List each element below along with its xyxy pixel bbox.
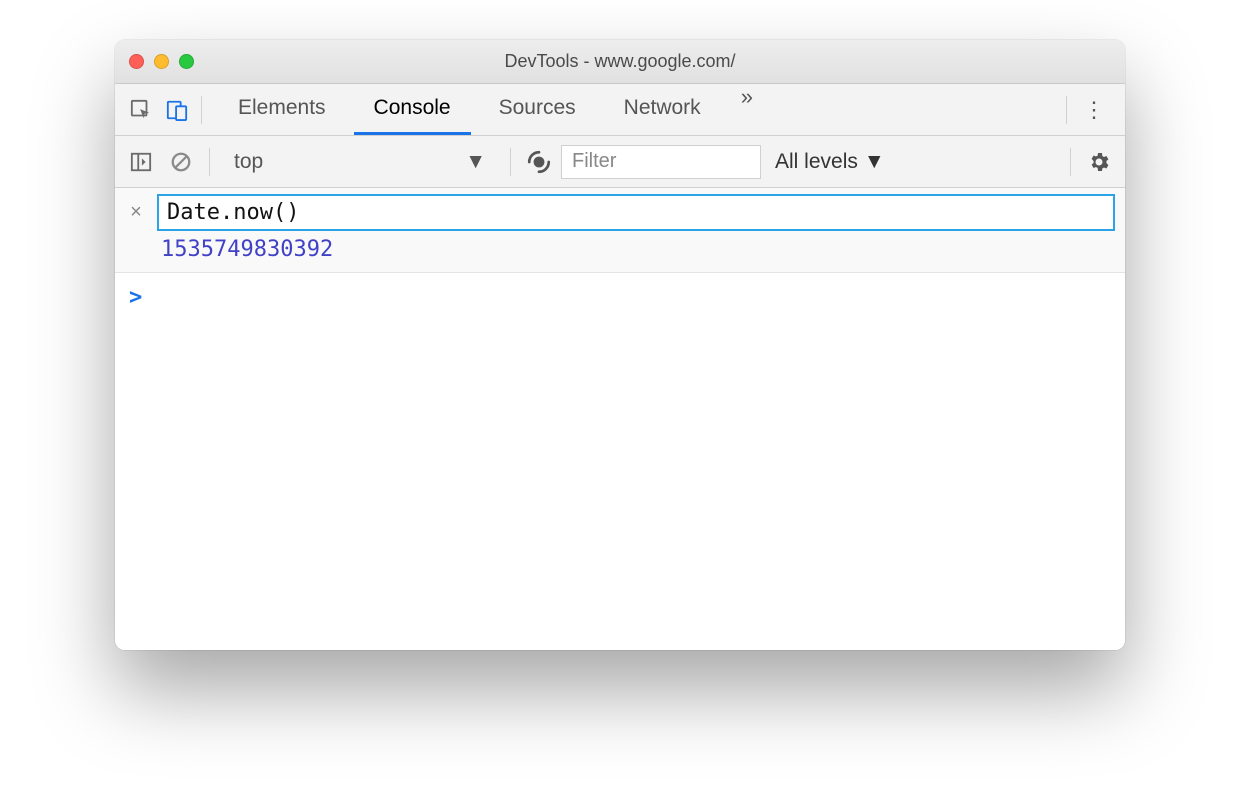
tab-console[interactable]: Console <box>354 84 471 135</box>
window-title: DevTools - www.google.com/ <box>115 51 1125 72</box>
live-expression-input[interactable] <box>157 194 1115 231</box>
toggle-drawer-icon[interactable] <box>123 144 159 180</box>
divider <box>510 148 511 176</box>
console-body: × 1535749830392 > <box>115 188 1125 650</box>
console-toolbar: top ▼ All levels ▼ <box>115 136 1125 188</box>
tabs-overflow-button[interactable]: » <box>729 84 765 135</box>
settings-gear-icon[interactable] <box>1081 144 1117 180</box>
minimize-window-button[interactable] <box>154 54 169 69</box>
divider <box>201 96 202 124</box>
expression-result: 1535749830392 <box>115 231 1125 273</box>
divider <box>209 148 210 176</box>
tab-sources[interactable]: Sources <box>479 84 596 135</box>
maximize-window-button[interactable] <box>179 54 194 69</box>
chevron-down-icon: ▼ <box>465 150 486 174</box>
console-prompt[interactable]: > <box>115 273 1125 322</box>
chevron-down-icon: ▼ <box>864 150 885 174</box>
device-toolbar-icon[interactable] <box>159 92 195 128</box>
clear-console-icon[interactable] <box>163 144 199 180</box>
context-selector[interactable]: top ▼ <box>220 150 500 174</box>
remove-expression-icon[interactable]: × <box>125 194 147 230</box>
live-expression-row: × <box>115 188 1125 231</box>
context-label: top <box>234 150 263 174</box>
more-options-button[interactable]: ⋮ <box>1073 97 1117 123</box>
tab-elements[interactable]: Elements <box>218 84 346 135</box>
devtools-tabbar: Elements Console Sources Network » ⋮ <box>115 84 1125 136</box>
traffic-lights <box>129 54 194 69</box>
titlebar: DevTools - www.google.com/ <box>115 40 1125 84</box>
prompt-caret-icon: > <box>129 285 142 310</box>
log-levels-selector[interactable]: All levels ▼ <box>765 150 895 174</box>
devtools-window: DevTools - www.google.com/ Elements Cons… <box>115 40 1125 650</box>
live-expression-icon[interactable] <box>521 144 557 180</box>
tab-network[interactable]: Network <box>604 84 721 135</box>
inspect-element-icon[interactable] <box>123 92 159 128</box>
divider <box>1070 148 1071 176</box>
divider <box>1066 96 1067 124</box>
tabs: Elements Console Sources Network » <box>218 84 765 135</box>
levels-label: All levels <box>775 150 858 174</box>
close-window-button[interactable] <box>129 54 144 69</box>
filter-input[interactable] <box>561 145 761 179</box>
